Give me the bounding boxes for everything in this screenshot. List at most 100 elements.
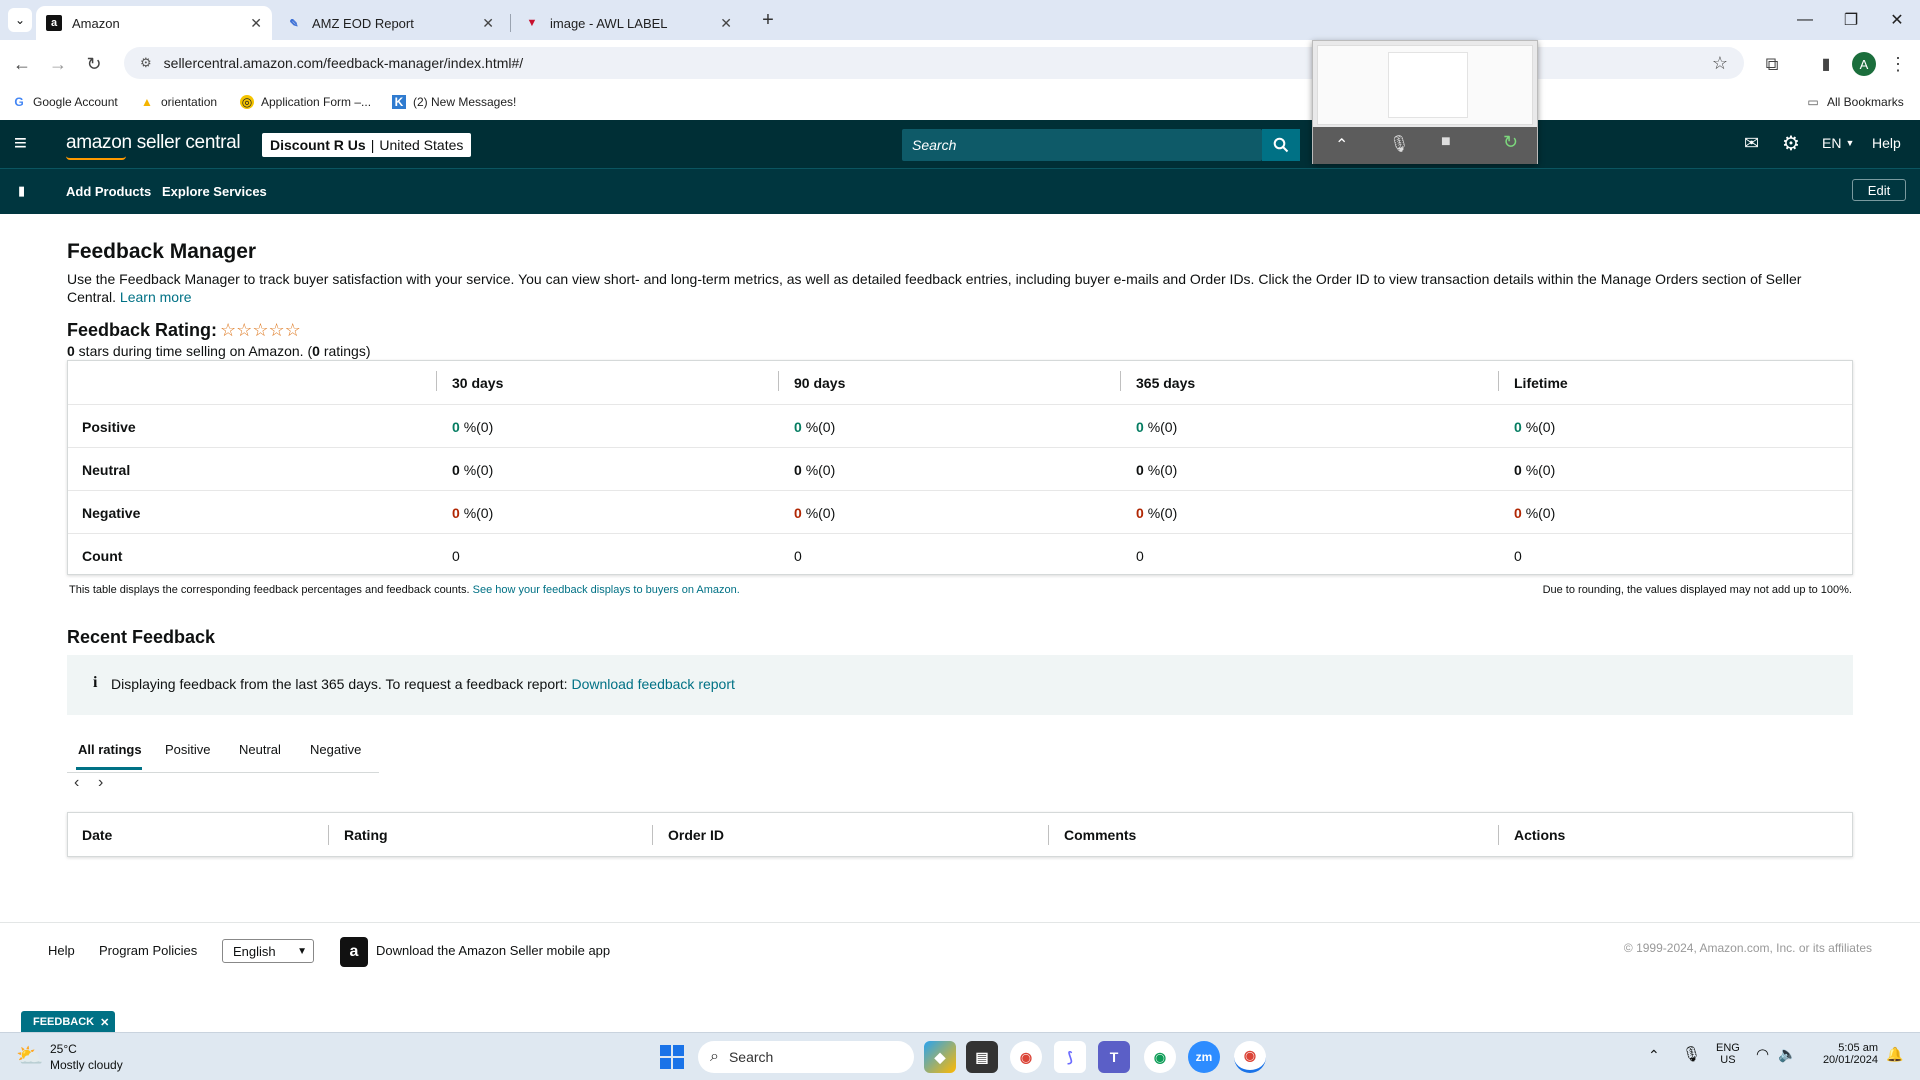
chevron-up-icon[interactable]: ⌃ — [1335, 135, 1348, 155]
camera-icon[interactable]: ■ — [1441, 133, 1451, 151]
stat-suffix: %(0) — [463, 462, 494, 478]
nav-add-products[interactable]: Add Products — [66, 184, 151, 199]
chrome-active-icon[interactable]: ◉ — [1234, 1041, 1266, 1073]
footer-help-link[interactable]: Help — [48, 943, 75, 958]
tab-search-icon[interactable]: ⌄ — [8, 8, 32, 32]
tab-negative[interactable]: Negative — [310, 742, 361, 757]
volume-icon[interactable]: 🔈 — [1778, 1045, 1797, 1063]
url-text: sellercentral.amazon.com/feedback-manage… — [163, 55, 524, 71]
windows-start-icon[interactable] — [660, 1045, 684, 1069]
adobe-icon[interactable]: ⟆ — [1054, 1041, 1086, 1073]
store-selector[interactable]: Discount R Us | United States — [262, 133, 472, 157]
language-selector[interactable]: EN ▼ — [1822, 135, 1854, 151]
chevron-right-icon[interactable]: › — [98, 774, 103, 792]
stat-value: 0 — [452, 419, 460, 435]
bookmark-flag-icon[interactable]: ▮ — [18, 183, 25, 199]
drive-icon: ▲ — [141, 95, 153, 109]
search-input[interactable]: Search — [902, 129, 1262, 161]
zoom-icon[interactable]: zm — [1188, 1041, 1220, 1073]
download-app-link[interactable]: Download the Amazon Seller mobile app — [376, 943, 610, 958]
all-bookmarks[interactable]: ▭ All Bookmarks — [1806, 95, 1903, 109]
chrome-profile-icon[interactable]: ◉ — [1144, 1041, 1176, 1073]
tab-amazon[interactable]: a Amazon ✕ — [36, 6, 272, 40]
tab-positive[interactable]: Positive — [165, 742, 211, 757]
bookmark-application-form[interactable]: ◎ Application Form –... — [240, 95, 371, 109]
close-icon[interactable]: ✕ — [250, 15, 262, 32]
col-actions: Actions — [1514, 827, 1566, 843]
star-icon: ☆ — [236, 320, 253, 340]
tab-neutral[interactable]: Neutral — [239, 742, 281, 757]
seller-central-logo[interactable]: amazon seller central — [66, 132, 241, 154]
mic-muted-icon[interactable]: 🎙 — [1389, 134, 1409, 154]
stat-suffix: %(0) — [1525, 462, 1556, 478]
tab-all-ratings[interactable]: All ratings — [78, 742, 142, 757]
learn-more-link[interactable]: Learn more — [120, 289, 192, 305]
back-arrow-icon[interactable]: ← — [8, 50, 36, 78]
close-icon[interactable]: ✕ — [100, 1016, 109, 1029]
row-label: Neutral — [82, 462, 131, 478]
menu-kebab-icon[interactable]: ⋮ — [1884, 50, 1912, 78]
weather-temp[interactable]: 25°C — [50, 1042, 77, 1056]
chrome-icon[interactable]: ◉ — [1010, 1041, 1042, 1073]
wifi-icon[interactable]: ◠ — [1756, 1045, 1769, 1063]
mail-icon[interactable]: ✉ — [1744, 133, 1759, 154]
file-explorer-icon[interactable]: ▤ — [966, 1041, 998, 1073]
search-button[interactable] — [1262, 129, 1300, 161]
active-tab-indicator — [76, 767, 142, 770]
stats-row-count: Count 0 0 0 0 — [68, 533, 1852, 576]
input-language[interactable]: ENG US — [1716, 1042, 1740, 1066]
table-note: This table displays the corresponding fe… — [69, 584, 740, 596]
chevron-left-icon[interactable]: ‹ — [74, 774, 79, 792]
copilot-icon[interactable]: ◆ — [924, 1041, 956, 1073]
gear-icon[interactable]: ⚙ — [1782, 131, 1800, 156]
tab-amz-eod-report[interactable]: ✎ AMZ EOD Report ✕ — [276, 6, 504, 40]
stat-cell: 0 %(0) — [452, 505, 493, 521]
close-icon[interactable]: ✕ — [720, 15, 732, 32]
feedback-tab-label: FEEDBACK — [33, 1016, 95, 1028]
stat-suffix: %(0) — [463, 505, 494, 521]
bookmark-google-account[interactable]: G Google Account — [12, 95, 117, 109]
video-call-overlay[interactable]: ⌃ 🎙 ■ ↻ — [1312, 40, 1538, 164]
column-divider — [328, 825, 329, 845]
taskbar-search[interactable]: ⌕ Search — [698, 1041, 914, 1073]
clock[interactable]: 5:05 am 20/01/2024 — [1808, 1042, 1878, 1066]
bookmark-star-icon[interactable]: ☆ — [1712, 53, 1728, 74]
column-divider — [778, 371, 779, 391]
extensions-puzzle-icon[interactable]: ⧉ — [1758, 50, 1786, 78]
feedback-display-link[interactable]: See how your feedback displays to buyers… — [473, 584, 740, 596]
feedback-tab[interactable]: FEEDBACK ✕ — [21, 1011, 116, 1033]
reload-icon[interactable]: ↻ — [80, 50, 108, 78]
weather-cloud-icon[interactable]: ⛅ — [16, 1043, 43, 1069]
clock-date: 20/01/2024 — [1822, 1054, 1878, 1066]
forward-arrow-icon[interactable]: → — [44, 50, 72, 78]
edit-button[interactable]: Edit — [1852, 179, 1906, 201]
v-logo-icon: ▼ — [526, 17, 538, 29]
hamburger-menu-icon[interactable]: ≡ — [14, 132, 27, 154]
count-value: 0 — [794, 548, 802, 564]
new-tab-plus-icon[interactable]: + — [756, 8, 780, 32]
stat-value: 0 — [1136, 505, 1144, 521]
nav-explore-services[interactable]: Explore Services — [162, 184, 267, 199]
microphone-icon[interactable]: 🎙 — [1682, 1045, 1701, 1063]
profile-avatar[interactable]: A — [1852, 52, 1876, 76]
footer-language-select[interactable]: English ▼ — [222, 939, 314, 963]
download-feedback-report-link[interactable]: Download feedback report — [571, 676, 734, 692]
minimize-icon[interactable]: — — [1782, 0, 1828, 40]
restore-icon[interactable]: ❐ — [1828, 0, 1874, 40]
bookmark-new-messages[interactable]: K (2) New Messages! — [392, 95, 516, 109]
stat-value: 0 — [794, 462, 802, 478]
weather-desc[interactable]: Mostly cloudy — [50, 1058, 123, 1072]
window-close-icon[interactable]: ✕ — [1874, 0, 1920, 40]
tab-awl-label[interactable]: ▼ image - AWL LABEL ✕ — [514, 6, 742, 40]
seller-app-icon[interactable]: a — [340, 937, 368, 967]
notification-bell-icon[interactable]: 🔔 — [1886, 1046, 1903, 1063]
chevron-up-icon[interactable]: ⌃ — [1648, 1047, 1660, 1064]
refresh-share-icon[interactable]: ↻ — [1503, 132, 1518, 153]
help-link[interactable]: Help — [1872, 135, 1901, 151]
side-panel-icon[interactable]: ▮ — [1812, 50, 1840, 78]
teams-icon[interactable]: T — [1098, 1041, 1130, 1073]
footer-program-policies-link[interactable]: Program Policies — [99, 943, 197, 958]
close-icon[interactable]: ✕ — [482, 15, 494, 32]
site-info-icon[interactable]: ⚙ — [140, 55, 152, 71]
bookmark-orientation[interactable]: ▲ orientation — [140, 95, 217, 109]
